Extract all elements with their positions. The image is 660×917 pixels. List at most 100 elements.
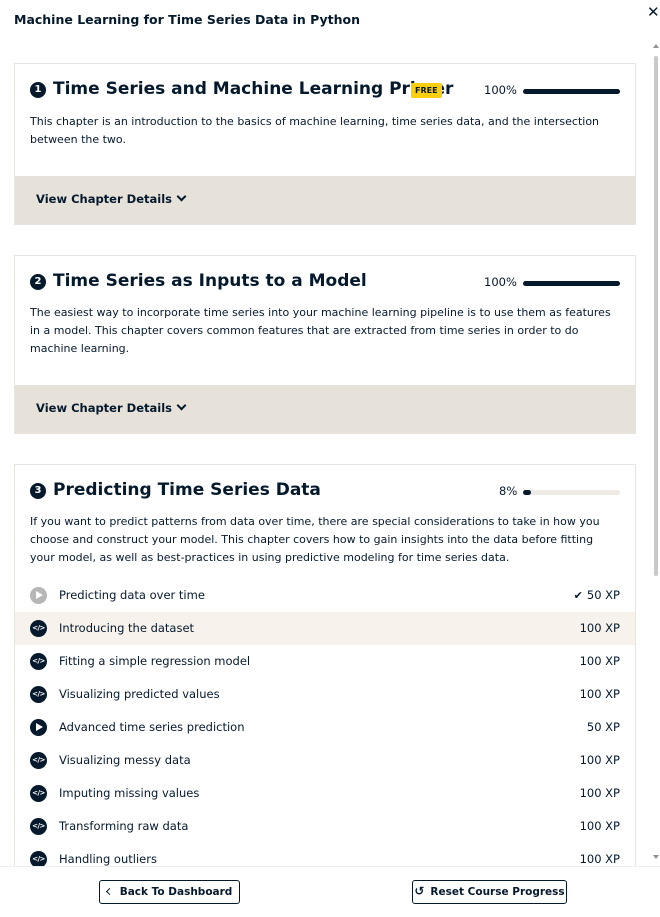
reset-label: Reset Course Progress bbox=[430, 886, 565, 898]
progress-percent: 100% bbox=[484, 83, 517, 97]
description-line: choose and construct your model. This ch… bbox=[30, 533, 594, 546]
course-title: Machine Learning for Time Series Data in… bbox=[14, 12, 361, 27]
view-chapter-details-button[interactable]: View Chapter Details bbox=[36, 191, 187, 206]
description-line: If you want to predict patterns from dat… bbox=[30, 515, 600, 528]
chevron-down-icon bbox=[176, 191, 187, 202]
exercise-title: Introducing the dataset bbox=[59, 621, 195, 635]
chapter-number-badge: 3 bbox=[30, 483, 46, 499]
vertical-scrollbar[interactable] bbox=[652, 40, 660, 866]
chevron-left-icon bbox=[105, 887, 113, 895]
description-line: machine learning. bbox=[30, 342, 130, 355]
chapter-header: 1 Time Series and Machine Learning Prime… bbox=[30, 79, 620, 102]
code-exercise-icon: </> bbox=[30, 620, 47, 637]
description-line: between the two. bbox=[30, 133, 126, 146]
exercise-row[interactable]: </> Visualizing messy data 100 XP bbox=[15, 744, 635, 777]
code-exercise-icon: </> bbox=[30, 851, 47, 866]
exercise-row[interactable]: </> Imputing missing values 100 XP bbox=[15, 777, 635, 810]
scrollbar-thumb[interactable] bbox=[654, 56, 658, 576]
code-brackets-icon: </> bbox=[32, 822, 45, 830]
code-exercise-icon: </> bbox=[30, 686, 47, 703]
play-icon bbox=[36, 723, 43, 731]
free-badge: FREE bbox=[411, 83, 442, 98]
scroll-up-arrow-icon[interactable] bbox=[653, 44, 659, 48]
chapter-header: 3 Predicting Time Series Data 8% bbox=[30, 480, 620, 503]
chevron-down-icon bbox=[176, 400, 187, 411]
progress-bar bbox=[523, 281, 620, 286]
modal-header: Machine Learning for Time Series Data in… bbox=[0, 0, 660, 40]
progress-percent: 100% bbox=[484, 275, 517, 289]
exercise-xp: 100 XP bbox=[579, 819, 620, 833]
exercise-title: Visualizing predicted values bbox=[59, 687, 220, 701]
progress-percent: 8% bbox=[499, 484, 518, 498]
code-brackets-icon: </> bbox=[32, 657, 45, 665]
chapter-number-badge: 2 bbox=[30, 274, 46, 290]
chapter-title: Time Series as Inputs to a Model bbox=[53, 271, 367, 291]
code-brackets-icon: </> bbox=[32, 624, 45, 632]
exercise-xp: 100 XP bbox=[579, 852, 620, 866]
progress-bar bbox=[523, 89, 620, 94]
progress-fill bbox=[523, 281, 620, 286]
checkmark-icon: ✔ bbox=[573, 589, 583, 602]
exercise-row[interactable]: Advanced time series prediction 50 XP bbox=[15, 711, 635, 744]
chapter-number-badge: 1 bbox=[30, 82, 46, 98]
close-icon[interactable]: ✕ bbox=[647, 4, 660, 20]
code-exercise-icon: </> bbox=[30, 785, 47, 802]
exercise-title: Predicting data over time bbox=[59, 588, 205, 602]
chapter-description: If you want to predict patterns from dat… bbox=[30, 513, 620, 567]
modal-footer: Back To Dashboard ↺ Reset Course Progress bbox=[0, 866, 660, 917]
description-line: your model, as well as best-practices in… bbox=[30, 551, 510, 564]
exercise-title: Visualizing messy data bbox=[59, 753, 191, 767]
exercise-title: Fitting a simple regression model bbox=[59, 654, 251, 668]
details-label: View Chapter Details bbox=[36, 192, 172, 206]
view-chapter-details-button[interactable]: View Chapter Details bbox=[36, 400, 187, 415]
video-exercise-icon bbox=[30, 719, 47, 736]
chapter-card-3: 3 Predicting Time Series Data 8% If you … bbox=[14, 464, 636, 866]
code-brackets-icon: </> bbox=[32, 690, 45, 698]
exercise-row[interactable]: </> Handling outliers 100 XP bbox=[15, 843, 635, 866]
progress-fill bbox=[523, 490, 531, 495]
exercise-title: Handling outliers bbox=[59, 852, 157, 866]
code-brackets-icon: </> bbox=[32, 855, 45, 863]
play-icon bbox=[36, 591, 43, 599]
xp-value: 50 XP bbox=[586, 588, 620, 602]
description-line: This chapter is an introduction to the b… bbox=[30, 115, 600, 128]
exercise-row[interactable]: </> Introducing the dataset 100 XP bbox=[15, 612, 635, 645]
chapter-title: Time Series and Machine Learning Primer bbox=[53, 79, 454, 99]
chapter-details-bar: View Chapter Details bbox=[15, 385, 635, 433]
chapter-list[interactable]: 1 Time Series and Machine Learning Prime… bbox=[0, 40, 652, 866]
exercise-xp: 100 XP bbox=[579, 753, 620, 767]
code-exercise-icon: </> bbox=[30, 752, 47, 769]
details-label: View Chapter Details bbox=[36, 401, 172, 415]
chapter-title: Predicting Time Series Data bbox=[53, 480, 321, 500]
chapter-card-1: 1 Time Series and Machine Learning Prime… bbox=[14, 63, 636, 225]
reset-course-progress-button[interactable]: ↺ Reset Course Progress bbox=[412, 880, 567, 904]
reset-icon: ↺ bbox=[414, 884, 425, 898]
chapter-description: This chapter is an introduction to the b… bbox=[30, 113, 620, 149]
exercise-row[interactable]: Predicting data over time ✔ 50 XP bbox=[15, 579, 635, 612]
exercise-row[interactable]: </> Fitting a simple regression model 10… bbox=[15, 645, 635, 678]
chapter-details-bar: View Chapter Details bbox=[15, 176, 635, 224]
scroll-down-arrow-icon[interactable] bbox=[653, 855, 659, 859]
chapter-description: The easiest way to incorporate time seri… bbox=[30, 304, 620, 358]
code-exercise-icon: </> bbox=[30, 653, 47, 670]
description-line: The easiest way to incorporate time seri… bbox=[30, 306, 611, 319]
exercise-title: Transforming raw data bbox=[59, 819, 189, 833]
code-brackets-icon: </> bbox=[32, 789, 45, 797]
exercise-xp: 50 XP bbox=[586, 720, 620, 734]
back-to-dashboard-button[interactable]: Back To Dashboard bbox=[99, 880, 240, 904]
exercise-title: Imputing missing values bbox=[59, 786, 200, 800]
video-exercise-icon bbox=[30, 587, 47, 604]
chapter-card-2: 2 Time Series as Inputs to a Model 100% … bbox=[14, 255, 636, 434]
exercise-row[interactable]: </> Transforming raw data 100 XP bbox=[15, 810, 635, 843]
exercise-row[interactable]: </> Visualizing predicted values 100 XP bbox=[15, 678, 635, 711]
progress-bar bbox=[523, 490, 620, 495]
exercise-xp: 100 XP bbox=[579, 621, 620, 635]
exercise-title: Advanced time series prediction bbox=[59, 720, 245, 734]
description-line: in a model. This chapter covers common f… bbox=[30, 324, 579, 337]
code-brackets-icon: </> bbox=[32, 756, 45, 764]
back-label: Back To Dashboard bbox=[119, 885, 233, 898]
exercise-xp: 100 XP bbox=[579, 786, 620, 800]
code-exercise-icon: </> bbox=[30, 818, 47, 835]
exercise-xp: 100 XP bbox=[579, 654, 620, 668]
progress-fill bbox=[523, 89, 620, 94]
